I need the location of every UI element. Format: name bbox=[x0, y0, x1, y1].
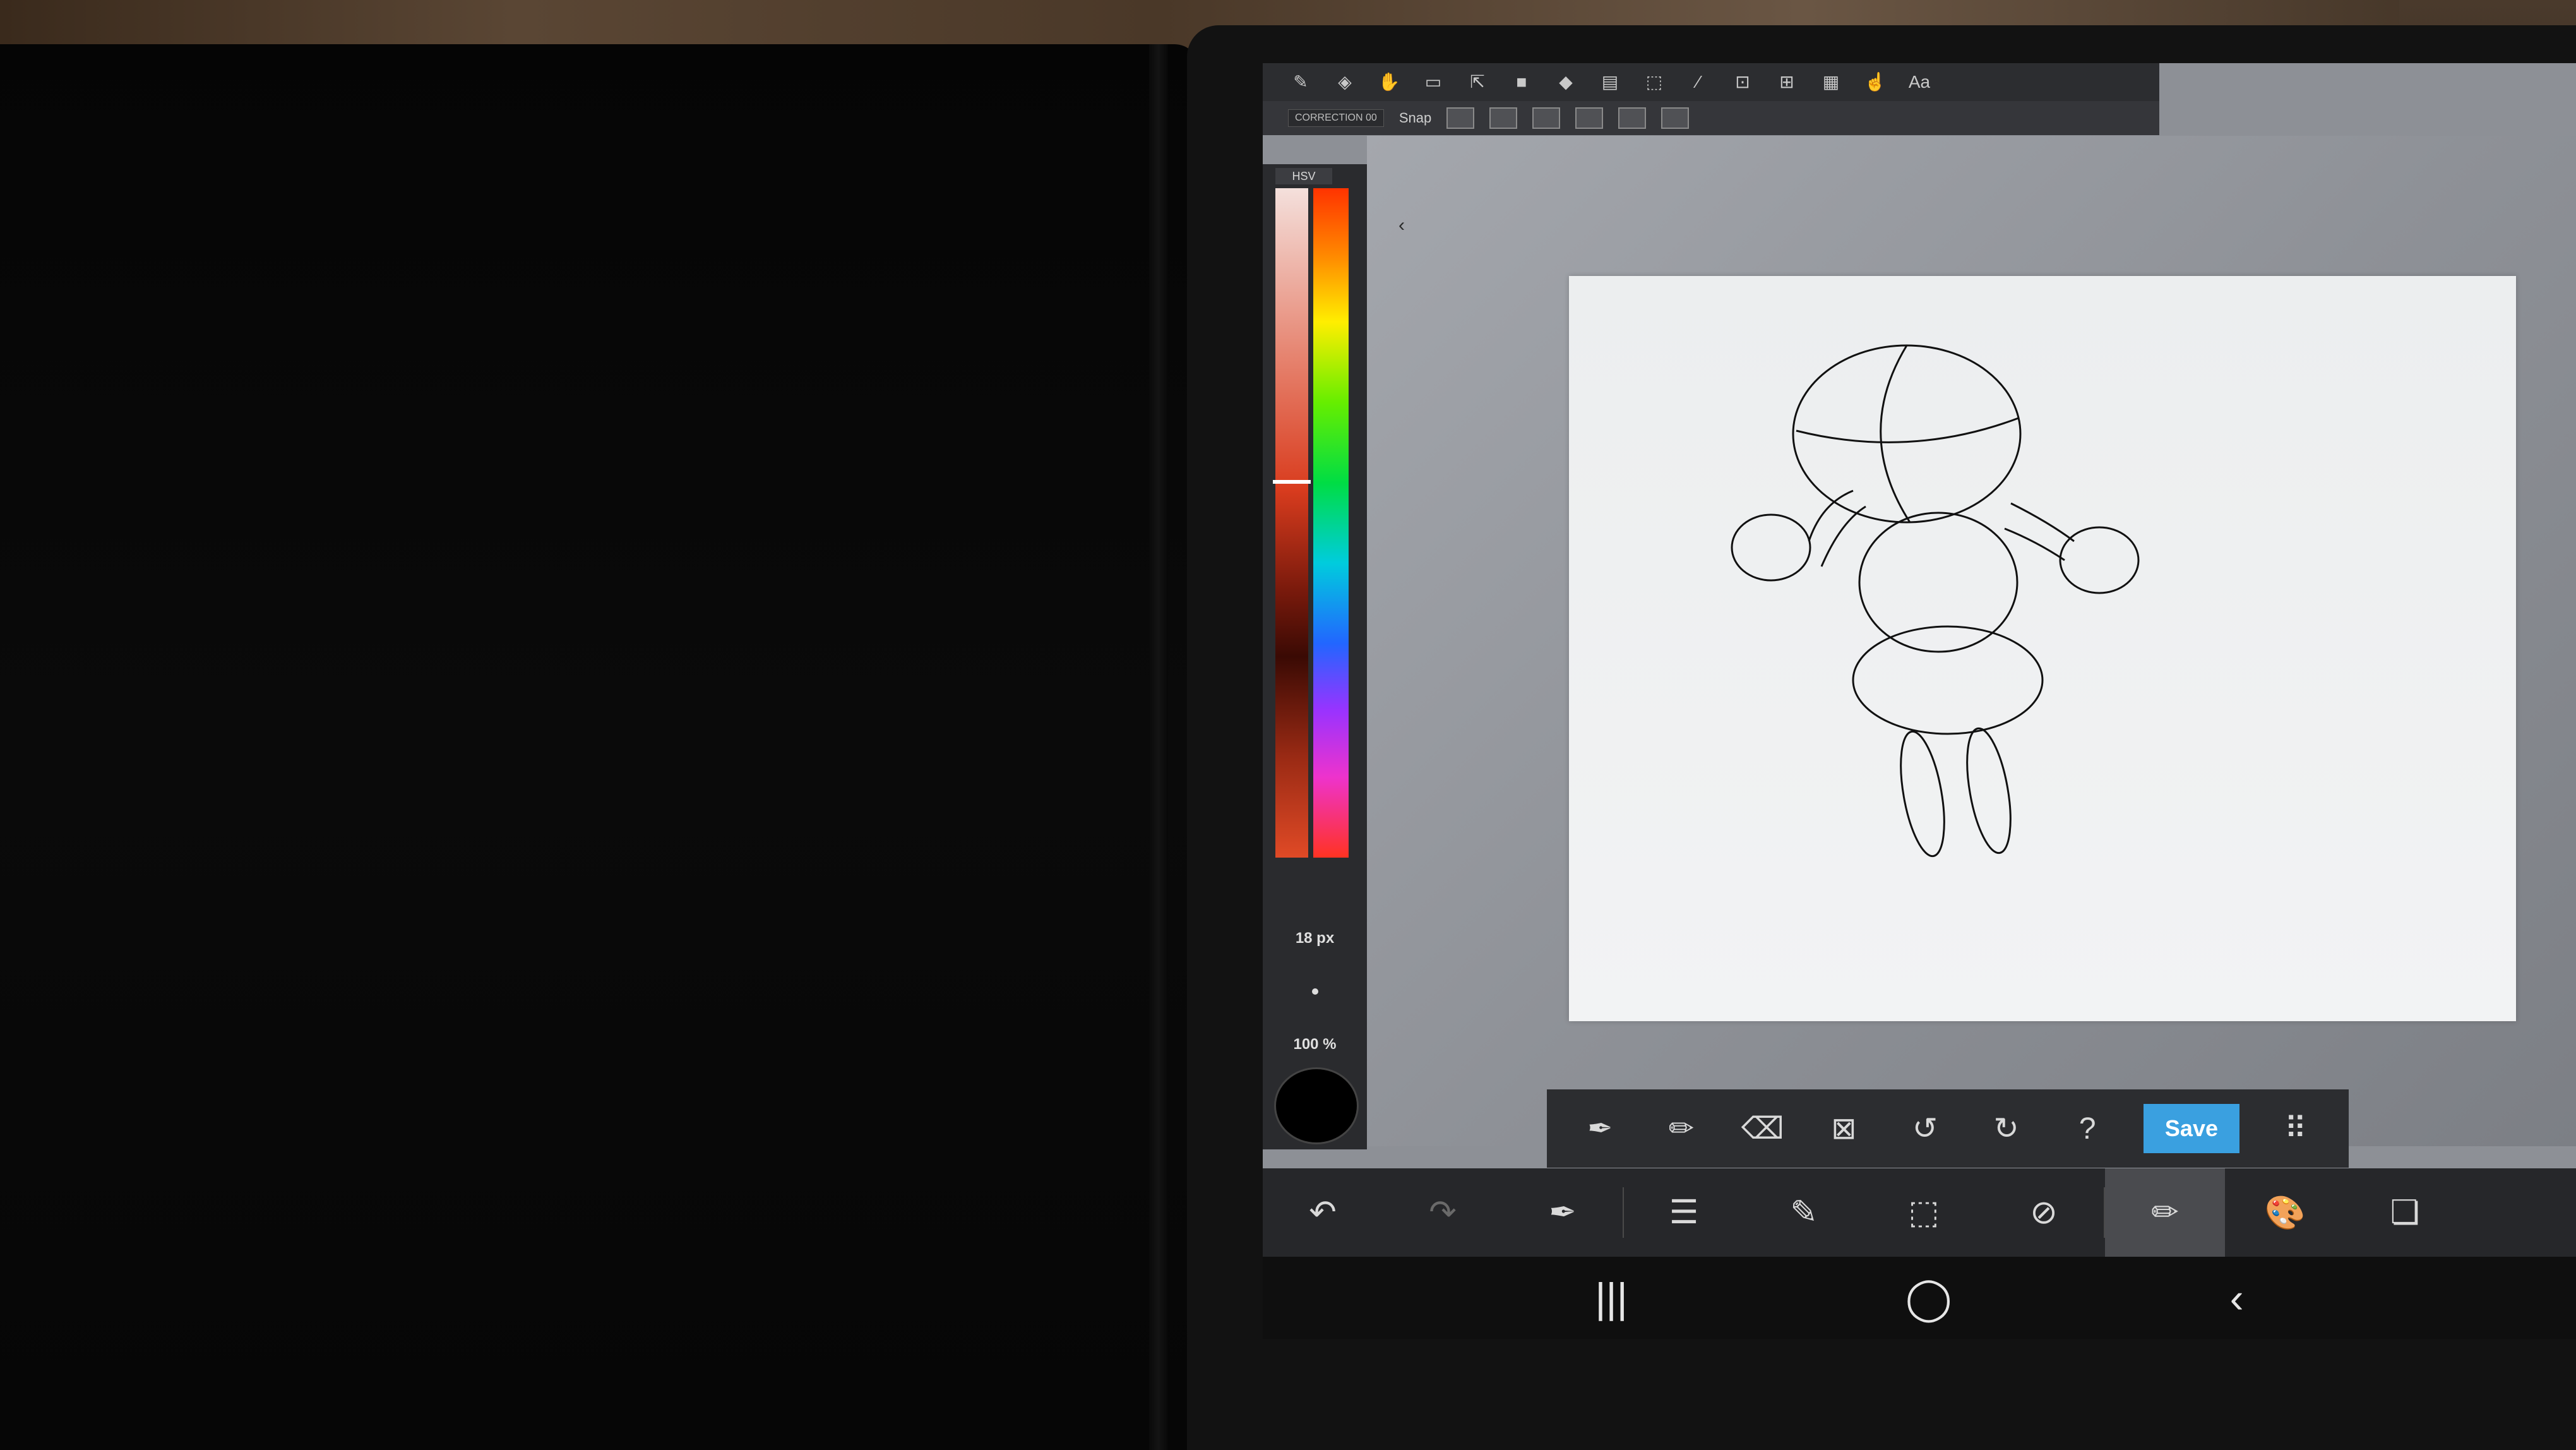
snap-radial-button[interactable] bbox=[1618, 107, 1647, 129]
deselect-icon[interactable]: ⊠ bbox=[1818, 1111, 1869, 1146]
snap-perspective-button[interactable] bbox=[1661, 107, 1690, 129]
redo-icon[interactable]: ↻ bbox=[1981, 1111, 2032, 1146]
export-icon[interactable]: ⊞ bbox=[1774, 71, 1799, 93]
transform-icon[interactable]: ⊡ bbox=[1730, 71, 1755, 93]
undo-icon[interactable]: ↶ bbox=[1263, 1194, 1383, 1231]
layers-icon[interactable]: ❏ bbox=[2345, 1194, 2465, 1231]
eraser-icon[interactable]: ⌫ bbox=[1738, 1111, 1788, 1146]
snap-ellipse-button[interactable] bbox=[1575, 107, 1604, 129]
fill-icon[interactable]: ■ bbox=[1509, 71, 1534, 93]
right-arm-lower bbox=[2004, 527, 2065, 561]
saturation-slider-handle[interactable] bbox=[1273, 480, 1311, 484]
head-circle bbox=[1792, 344, 2022, 524]
pen-icon[interactable]: ✏ bbox=[1656, 1111, 1707, 1146]
saturation-brightness-slider[interactable] bbox=[1275, 188, 1308, 858]
correction-control[interactable]: CORRECTION 00 bbox=[1288, 109, 1384, 127]
photo-scene: ✎ ◈ ✋ ▭ ⇱ ■ ◆ ▤ ⬚ ⁄ ⊡ ⊞ ▦ ☝ Aa CORRECTIO… bbox=[0, 0, 2576, 1450]
left-arm-lower bbox=[1820, 505, 1866, 567]
android-navigation-bar: ||| ◯ ‹ bbox=[1263, 1257, 2576, 1339]
eyedropper-icon[interactable]: ✒ bbox=[1575, 1111, 1625, 1146]
snap-off-button[interactable] bbox=[1446, 107, 1475, 129]
quick-toolbar: ✒ ✏ ⌫ ⊠ ↺ ↻ ? Save ⠿ bbox=[1547, 1089, 2349, 1168]
back-icon[interactable]: ‹ bbox=[2230, 1274, 2244, 1322]
menu-icon[interactable]: ☰ bbox=[1624, 1194, 1744, 1231]
right-hand-circle bbox=[2059, 526, 2140, 594]
grid-icon[interactable]: ⠿ bbox=[2270, 1111, 2321, 1146]
snap-parallel-button[interactable] bbox=[1489, 107, 1518, 129]
brush-size-preview bbox=[1312, 988, 1318, 995]
layer-icon[interactable]: ▭ bbox=[1421, 71, 1446, 93]
head-vertical-guide bbox=[1880, 345, 1911, 523]
eyedropper-icon[interactable]: ⁄ bbox=[1686, 71, 1711, 93]
undo-icon[interactable]: ↺ bbox=[1900, 1111, 1950, 1146]
correction-value: 00 bbox=[1366, 112, 1377, 123]
help-icon[interactable]: ? bbox=[2062, 1111, 2113, 1146]
text-tool-button[interactable]: Aa bbox=[1907, 71, 1932, 93]
left-hand-circle bbox=[1731, 513, 1811, 582]
color-mode-tab[interactable]: HSV bbox=[1275, 168, 1332, 184]
left-leg bbox=[1900, 730, 1945, 858]
tablet-folio-cover bbox=[0, 44, 1200, 1450]
drawing-canvas[interactable] bbox=[1569, 276, 2516, 1021]
palette-icon[interactable]: 🎨 bbox=[2225, 1194, 2345, 1232]
save-button[interactable]: Save bbox=[2143, 1104, 2239, 1153]
edit-icon[interactable]: ✎ bbox=[1744, 1194, 1864, 1231]
brush-icon[interactable]: ✏ bbox=[2105, 1168, 2225, 1257]
pointer-icon[interactable]: ☝ bbox=[1863, 71, 1888, 93]
marquee-icon[interactable]: ⬚ bbox=[1642, 71, 1667, 93]
opacity-label[interactable]: 100 % bbox=[1263, 1036, 1367, 1053]
snap-label: Snap bbox=[1398, 110, 1432, 126]
hand-icon[interactable]: ✋ bbox=[1376, 71, 1402, 93]
recents-icon[interactable]: ||| bbox=[1595, 1274, 1627, 1322]
hips-circle bbox=[1852, 625, 2044, 735]
gradient-icon[interactable]: ▤ bbox=[1597, 71, 1623, 93]
right-leg bbox=[1966, 727, 2012, 854]
head-horizontal-guide bbox=[1796, 417, 2019, 443]
color-panel: HSV 18 px 100 % bbox=[1263, 164, 1367, 1149]
rotate-canvas-icon[interactable]: ⊘ bbox=[1984, 1194, 2104, 1231]
hue-slider[interactable] bbox=[1313, 188, 1349, 858]
top-toolbar: ✎ ◈ ✋ ▭ ⇱ ■ ◆ ▤ ⬚ ⁄ ⊡ ⊞ ▦ ☝ Aa bbox=[1263, 63, 2159, 101]
torso-circle bbox=[1858, 512, 2018, 653]
canvas-area[interactable]: ‹ bbox=[1367, 136, 2576, 1146]
eyedropper-icon[interactable]: ✒ bbox=[1503, 1194, 1623, 1231]
tablet-screen: ✎ ◈ ✋ ▭ ⇱ ■ ◆ ▤ ⬚ ⁄ ⊡ ⊞ ▦ ☝ Aa CORRECTIO… bbox=[1263, 63, 2576, 1257]
left-arm-upper bbox=[1808, 489, 1854, 542]
pen-icon[interactable]: ✎ bbox=[1288, 71, 1313, 93]
brush-size-label[interactable]: 18 px bbox=[1263, 930, 1367, 947]
folio-cover-crease bbox=[1149, 44, 1168, 1450]
select-icon[interactable]: ⇱ bbox=[1465, 71, 1490, 93]
collapse-panel-icon[interactable]: ‹ bbox=[1398, 215, 1405, 236]
snap-cross-button[interactable] bbox=[1532, 107, 1561, 129]
eraser-icon[interactable]: ◈ bbox=[1332, 71, 1357, 93]
layers-icon[interactable]: ▦ bbox=[1818, 71, 1844, 93]
current-color-swatch[interactable] bbox=[1274, 1067, 1359, 1144]
main-toolbar: ↶ ↷ ✒ ☰ ✎ ⬚ ⊘ ✏ 🎨 ❏ bbox=[1263, 1168, 2576, 1257]
selection-icon[interactable]: ⬚ bbox=[1864, 1194, 1984, 1231]
bucket-icon[interactable]: ◆ bbox=[1553, 71, 1578, 93]
correction-label: CORRECTION bbox=[1295, 112, 1363, 123]
sub-toolbar: CORRECTION 00 Snap bbox=[1263, 101, 2159, 135]
redo-icon[interactable]: ↷ bbox=[1383, 1194, 1503, 1231]
sketch-drawing bbox=[1731, 344, 2140, 858]
home-icon[interactable]: ◯ bbox=[1905, 1274, 1952, 1322]
